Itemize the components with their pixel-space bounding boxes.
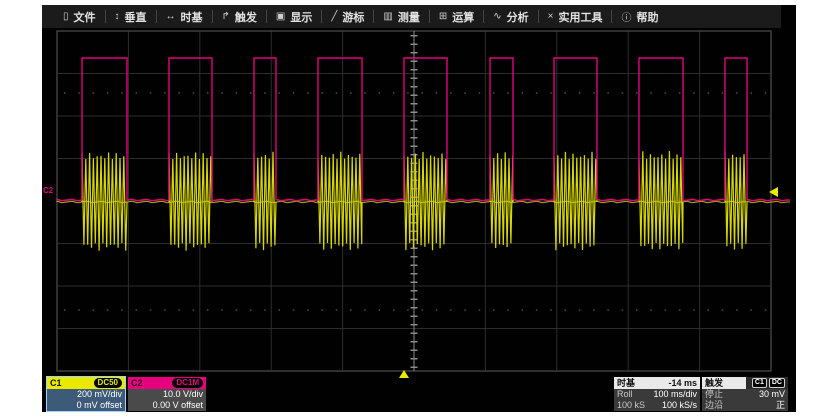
c1-burst-trace — [554, 152, 597, 251]
c1-burst-trace — [639, 151, 683, 249]
timebase-points: 100 kS — [617, 400, 645, 411]
channel-descriptor-c2[interactable]: C2 DC1M 10.0 V/div 0.00 V offset — [128, 377, 206, 411]
c2-label: C2 — [131, 378, 143, 389]
trigger-title: 触发 — [702, 377, 746, 389]
timebase-descriptor[interactable]: 时基 -14 ms Roll 100 ms/div 100 kS 100 kS/… — [614, 377, 700, 411]
c1-label: C1 — [50, 378, 62, 389]
trigger-source-badge: C1 — [752, 378, 767, 388]
c1-burst-trace — [725, 151, 747, 249]
trigger-slope: 正 — [776, 400, 785, 411]
c2-scale: 10.0 V/div — [131, 389, 203, 400]
c1-burst-trace — [490, 152, 513, 248]
c1-burst-trace — [404, 152, 447, 250]
c1-offset: 0 mV offset — [50, 400, 122, 411]
trigger-status: 停止 — [705, 389, 723, 400]
c1-scale: 200 mV/div — [50, 389, 122, 400]
c2-coupling-badge: DC1M — [172, 378, 203, 388]
c1-coupling-badge: DC50 — [94, 378, 122, 388]
c1-burst-trace — [169, 153, 212, 251]
c2-ground-marker[interactable]: C2 — [43, 186, 54, 195]
oscilloscope-app: ▯文件↕垂直↔时基↱触发▣显示╱游标▥测量⊞运算∿分析×实用工具ⓘ帮助 C2 C… — [0, 0, 840, 420]
c1-burst-trace — [318, 152, 362, 250]
timebase-scale: 100 ms/div — [653, 389, 697, 400]
trigger-type: 边沿 — [705, 400, 723, 411]
timebase-title: 时基 — [614, 377, 665, 389]
c2-offset: 0.00 V offset — [131, 400, 203, 411]
timebase-delay: -14 ms — [665, 377, 700, 389]
timebase-mode: Roll — [617, 389, 633, 400]
trigger-descriptor[interactable]: 触发 C1 DC 停止 30 mV 边沿 正 — [702, 377, 788, 411]
trigger-coupling-badge: DC — [769, 378, 785, 388]
trigger-level: 30 mV — [759, 389, 785, 400]
waveform-display: C2 — [0, 0, 840, 420]
channel-descriptor-c1[interactable]: C1 DC50 200 mV/div 0 mV offset — [47, 377, 125, 411]
timebase-samplerate: 100 kS/s — [662, 400, 697, 411]
